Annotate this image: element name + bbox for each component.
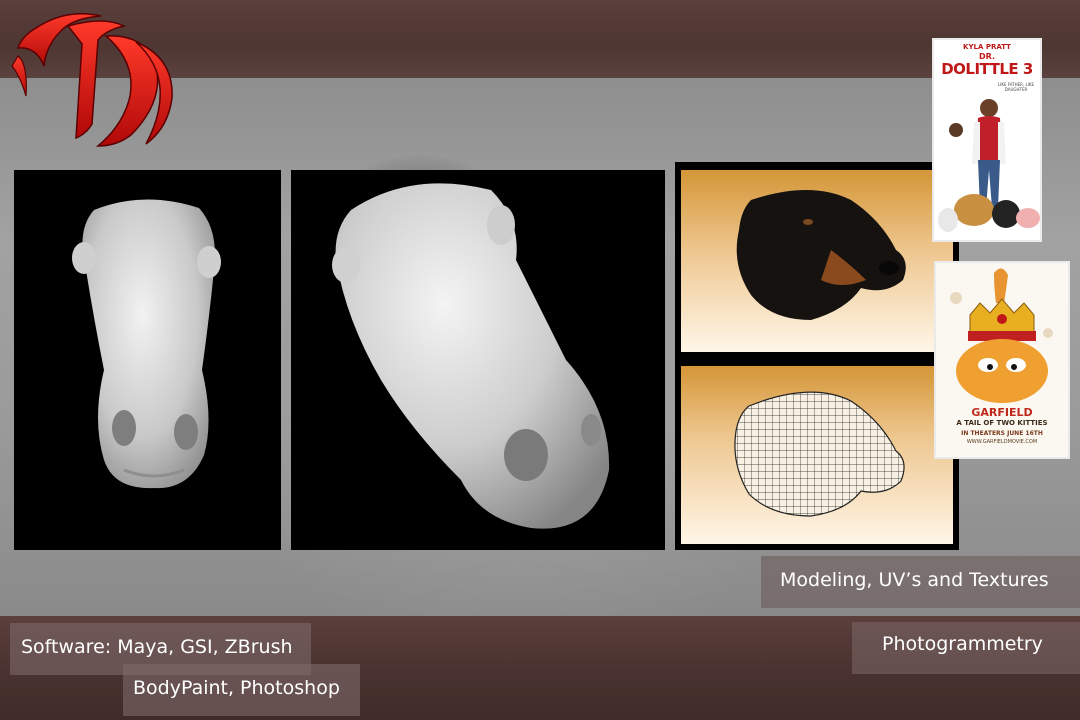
software-label-line2: BodyPaint, Photoshop: [133, 677, 340, 699]
dog-textured-render: [681, 170, 953, 352]
horse-front-render: [14, 170, 281, 550]
logo-icon: [6, 6, 178, 151]
poster-garfield-release: IN THEATERS JUNE 16TH: [961, 430, 1043, 437]
modeling-label: Modeling, UV’s and Textures: [780, 569, 1049, 591]
dog-head-panel: [675, 162, 959, 550]
poster-title: DOLITTLE 3: [941, 60, 1033, 78]
poster-actor-name: KYLA PRATT: [963, 43, 1011, 51]
software-label-box-2: BodyPaint, Photoshop: [123, 664, 360, 716]
photogrammetry-label-box: Photogrammetry: [852, 622, 1080, 674]
poster-garfield-subtitle: A TAIL OF TWO KITTIES: [956, 419, 1048, 427]
modeling-label-box: Modeling, UV’s and Textures: [761, 556, 1080, 608]
dog-wireframe-render: [681, 366, 953, 544]
poster-garfield-url: WWW.GARFIELDMOVIE.COM: [966, 439, 1038, 445]
garfield-poster: GARFIELD A TAIL OF TWO KITTIES IN THEATE…: [934, 261, 1070, 459]
dolittle-poster: KYLA PRATT DR. DOLITTLE 3 LIKE FATHER, L…: [932, 38, 1042, 242]
horse-angle-render: [291, 170, 665, 550]
photogrammetry-label: Photogrammetry: [882, 633, 1043, 655]
software-label-line1: Software: Maya, GSI, ZBrush: [21, 636, 293, 658]
poster-garfield-title: GARFIELD: [971, 406, 1033, 419]
